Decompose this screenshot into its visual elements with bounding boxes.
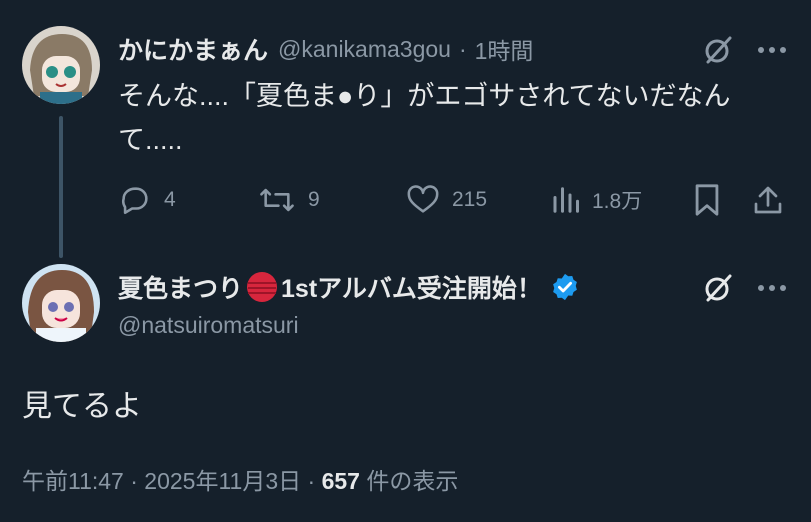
tweet2-views-label: 件の表示 [366,468,459,494]
tweet2-meta: 午前11:47 · 2025年11月3日 · 657 件の表示 [22,462,458,496]
tweet1-text-line1: そんな....「夏色ま●り」がエゴサされてないだなん [118,81,731,111]
share-icon [754,186,782,214]
tweet2-handle-row: @natsuiromatsuri [118,312,299,339]
tweet1-separator: · [458,35,467,62]
retweet-button[interactable]: 9 [258,180,320,220]
views-icon [553,187,579,213]
tweet2-header: 夏色まつり 1stアルバム受注開始！ [118,269,580,305]
views-button[interactable]: 1.8万 [550,180,642,220]
grok-icon [705,36,732,64]
grok-icon [705,274,732,302]
tweet1-text: そんな....「夏色ま●り」がエゴサされてないだなん て..... [118,74,788,162]
tweet2-display-name[interactable]: 夏色まつり [118,269,243,305]
view-count: 1.8万 [592,190,643,213]
avatar-natsuiro-image [22,264,100,342]
bookmark-button[interactable] [692,180,722,220]
tweet1-header: かにかまぁん @kanikama3gou · 1時間 [118,31,533,67]
bookmark-icon [695,184,719,216]
tweet2-handle[interactable]: @natsuiromatsuri [118,312,299,339]
tweet1-text-line2: て..... [118,125,183,155]
avatar-natsuiro[interactable] [22,264,100,342]
retweet-icon [260,188,294,212]
avatar-kanikama-image [22,26,100,104]
verified-badge[interactable] [550,272,580,302]
tweet2-grok-button[interactable] [698,268,738,308]
avatar-kanikama[interactable] [22,26,100,104]
tweet2-text: 見てるよ [22,390,142,423]
red-orb-emoji [247,272,278,302]
more-icon [758,285,786,291]
tweet2-more-button[interactable] [752,268,792,308]
tweet2-view-count: 657 [321,468,360,494]
verified-badge-icon [553,273,577,301]
tweet2-display-name-suffix[interactable]: 1stアルバム受注開始！ [281,269,542,305]
tweet1-more-button[interactable] [752,30,792,70]
tweet1-display-name[interactable]: かにかまぁん [118,31,268,67]
like-button[interactable]: 215 [406,180,487,220]
reply-icon [122,187,148,215]
tweet1-handle[interactable]: @kanikama3gou [278,36,451,63]
retweet-count: 9 [308,188,320,211]
tweet1-grok-button[interactable] [698,30,738,70]
reply-button[interactable]: 4 [118,180,176,220]
like-icon [407,185,439,213]
more-icon [758,47,786,53]
like-count: 215 [452,188,488,211]
tweet1-time[interactable]: 1時間 [475,32,534,66]
tweet2-timestamp[interactable]: 午前11:47 · 2025年11月3日 · [22,468,315,494]
thread-connector-line [59,116,63,258]
reply-count: 4 [164,188,176,211]
share-button[interactable] [752,180,784,220]
